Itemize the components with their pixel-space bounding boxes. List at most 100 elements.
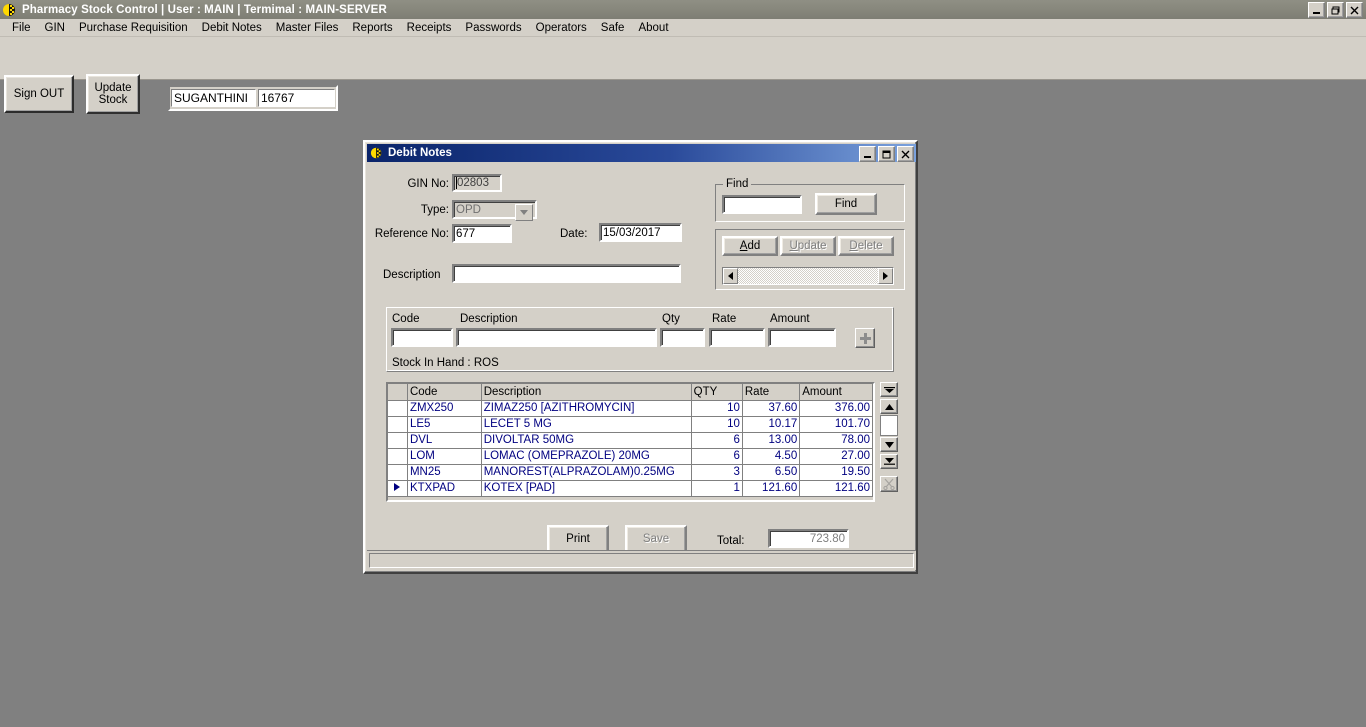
update-button[interactable]: Update [780, 236, 836, 256]
row-qty[interactable]: 6 [691, 432, 743, 449]
row-description[interactable]: ZIMAZ250 [AZITHROMYCIN] [481, 400, 692, 417]
entry-rate-input[interactable] [709, 328, 765, 347]
row-code[interactable]: ZMX250 [407, 400, 482, 417]
close-icon[interactable] [1346, 2, 1363, 18]
row-amount[interactable]: 78.00 [799, 432, 873, 449]
row-rate[interactable]: 13.00 [742, 432, 801, 449]
row-description[interactable]: LOMAC (OMEPRAZOLE) 20MG [481, 448, 692, 465]
row-qty[interactable]: 3 [691, 464, 743, 481]
row-amount[interactable]: 27.00 [799, 448, 873, 465]
find-input[interactable] [722, 195, 802, 214]
row-description[interactable]: KOTEX [PAD] [481, 480, 692, 497]
dialog-status-text [369, 553, 914, 568]
restore-icon[interactable] [878, 146, 895, 162]
menu-item-operators[interactable]: Operators [529, 21, 594, 35]
table-row[interactable]: MN25 MANOREST(ALPRAZOLAM)0.25MG 3 6.50 1… [388, 464, 873, 481]
cut-icon[interactable] [880, 476, 898, 492]
arrow-left-icon[interactable] [723, 268, 738, 284]
menu-item-debit-notes[interactable]: Debit Notes [195, 21, 269, 35]
entry-qty-input[interactable] [660, 328, 705, 347]
row-description[interactable]: LECET 5 MG [481, 416, 692, 433]
row-amount[interactable]: 121.60 [799, 480, 873, 497]
total-label: Total: [717, 535, 745, 547]
dialog-statusbar [367, 550, 916, 570]
delete-button[interactable]: Delete [838, 236, 894, 256]
record-navigation-scrollbar[interactable] [722, 267, 894, 285]
update-stock-label-line2: Stock [98, 94, 128, 106]
menu-item-passwords[interactable]: Passwords [458, 21, 528, 35]
find-legend: Find [723, 178, 752, 190]
row-rate[interactable]: 10.17 [742, 416, 801, 433]
menu-item-purchase-requisition[interactable]: Purchase Requisition [72, 21, 195, 35]
close-icon[interactable] [897, 146, 914, 162]
type-combobox[interactable]: OPD [452, 200, 537, 221]
grid-header-rate[interactable]: Rate [742, 384, 801, 401]
arrow-right-icon[interactable] [878, 268, 893, 284]
table-row[interactable]: LOM LOMAC (OMEPRAZOLE) 20MG 6 4.50 27.00 [388, 448, 873, 465]
row-amount[interactable]: 19.50 [799, 464, 873, 481]
row-rate[interactable]: 121.60 [742, 480, 801, 497]
row-description[interactable]: DIVOLTAR 50MG [481, 432, 692, 449]
table-row[interactable]: DVL DIVOLTAR 50MG 6 13.00 78.00 [388, 432, 873, 449]
entry-code-input[interactable] [391, 328, 453, 347]
prev-record-icon[interactable] [880, 399, 898, 414]
minimize-icon[interactable] [859, 146, 876, 162]
grid-header-code[interactable]: Code [407, 384, 482, 401]
row-qty[interactable]: 10 [691, 416, 743, 433]
row-qty[interactable]: 6 [691, 448, 743, 465]
chevron-down-icon[interactable] [515, 204, 533, 221]
row-code[interactable]: KTXPAD [407, 480, 482, 497]
last-record-icon[interactable] [880, 454, 898, 469]
gin-no-field[interactable]: 02803 [452, 174, 502, 192]
menu-item-master-files[interactable]: Master Files [269, 21, 346, 35]
menu-item-file[interactable]: File [5, 21, 38, 35]
row-rate[interactable]: 37.60 [742, 400, 801, 417]
menu-item-gin[interactable]: GIN [38, 21, 72, 35]
description-field[interactable] [452, 264, 681, 283]
sign-out-button[interactable]: Sign OUT [4, 75, 74, 113]
row-qty[interactable]: 1 [691, 480, 743, 497]
entry-description-input[interactable] [456, 328, 657, 347]
record-scroll-thumb-area[interactable] [880, 415, 898, 436]
row-rate[interactable]: 6.50 [742, 464, 801, 481]
print-button[interactable]: Print [547, 525, 609, 553]
first-record-icon[interactable] [880, 382, 898, 397]
grid-header-description[interactable]: Description [481, 384, 692, 401]
menu-item-receipts[interactable]: Receipts [400, 21, 459, 35]
menu-item-about[interactable]: About [631, 21, 675, 35]
row-code[interactable]: MN25 [407, 464, 482, 481]
row-qty[interactable]: 10 [691, 400, 743, 417]
row-code[interactable]: DVL [407, 432, 482, 449]
row-amount[interactable]: 101.70 [799, 416, 873, 433]
menu-item-reports[interactable]: Reports [345, 21, 399, 35]
dialog-titlebar[interactable]: Debit Notes [367, 144, 916, 162]
row-description[interactable]: MANOREST(ALPRAZOLAM)0.25MG [481, 464, 692, 481]
entry-amount-input[interactable] [768, 328, 836, 347]
line-items-grid[interactable]: Code Description QTY Rate Amount ZMX250 … [386, 382, 875, 502]
user-code-value: 16767 [260, 91, 295, 105]
table-row[interactable]: LE5 LECET 5 MG 10 10.17 101.70 [388, 416, 873, 433]
restore-icon[interactable] [1327, 2, 1344, 18]
grid-header-amount[interactable]: Amount [799, 384, 873, 401]
row-amount[interactable]: 376.00 [799, 400, 873, 417]
add-button[interactable]: Add [722, 236, 778, 256]
grid-header-qty[interactable]: QTY [691, 384, 743, 401]
reference-no-field[interactable]: 677 [452, 224, 512, 243]
find-button[interactable]: Find [815, 193, 877, 215]
table-row[interactable]: KTXPAD KOTEX [PAD] 1 121.60 121.60 [388, 480, 873, 497]
row-code[interactable]: LE5 [407, 416, 482, 433]
scrollbar-track[interactable] [738, 268, 878, 284]
minimize-icon[interactable] [1308, 2, 1325, 18]
next-record-icon[interactable] [880, 437, 898, 452]
table-row[interactable]: ZMX250 ZIMAZ250 [AZITHROMYCIN] 10 37.60 … [388, 400, 873, 417]
grid-header-row: Code Description QTY Rate Amount [388, 384, 873, 401]
user-code-field[interactable]: 16767 [257, 89, 335, 107]
date-field[interactable]: 15/03/2017 [599, 223, 682, 242]
menu-item-safe[interactable]: Safe [594, 21, 632, 35]
user-name-field[interactable]: SUGANTHINI [171, 89, 256, 107]
row-rate[interactable]: 4.50 [742, 448, 801, 465]
plus-icon[interactable] [855, 328, 875, 348]
update-stock-button[interactable]: Update Stock [86, 74, 140, 114]
row-code[interactable]: LOM [407, 448, 482, 465]
save-button[interactable]: Save [625, 525, 687, 553]
